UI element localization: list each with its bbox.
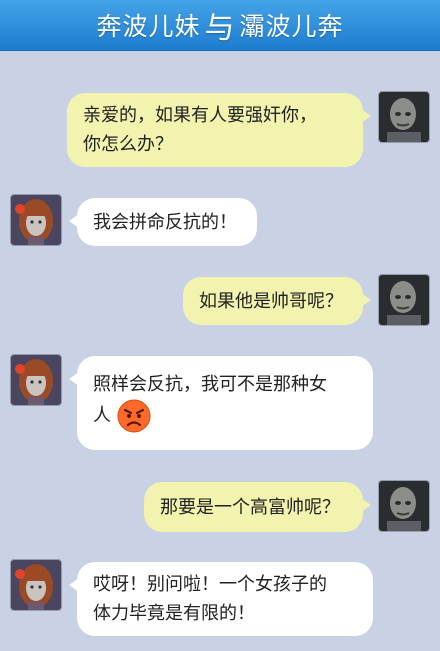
avatar-male[interactable]: [379, 275, 429, 325]
message-text: 亲爱的，如果有人要强奸你， 你怎么办？: [83, 105, 317, 155]
message-bubble-incoming[interactable]: 哎呀！别问啦！一个女孩子的 体力毕竟是有限的！: [69, 562, 373, 636]
girl-avatar-icon: [11, 355, 61, 405]
message-bubble-outgoing[interactable]: 那要是一个高富帅呢？: [144, 482, 371, 532]
message-bubble-outgoing[interactable]: 亲爱的，如果有人要强奸你， 你怎么办？: [67, 93, 371, 167]
title-left-name: 奔波儿妹: [96, 12, 201, 41]
message-text: 照样会反抗，我可不是那种女 人: [93, 370, 327, 433]
angry-face-icon: [117, 399, 151, 433]
avatar-male[interactable]: [379, 92, 429, 142]
bald-man-avatar-icon: [379, 92, 429, 142]
chat-title: 奔波儿妹 与 灞波儿奔: [96, 3, 343, 47]
avatar-female[interactable]: [11, 195, 61, 245]
bald-man-avatar-icon: [379, 275, 429, 325]
title-right-name: 灞波儿奔: [239, 12, 344, 41]
avatar-female[interactable]: [11, 355, 61, 405]
message-text: 我会拼命反抗的！: [93, 211, 237, 233]
message-bubble-outgoing[interactable]: 如果他是帅哥呢？: [183, 277, 371, 325]
message-text: 如果他是帅哥呢？: [199, 290, 343, 312]
message-text: 那要是一个高富帅呢？: [160, 496, 340, 518]
bald-man-avatar-icon: [379, 481, 429, 531]
girl-avatar-icon: [11, 560, 61, 610]
message-text: 哎呀！别问啦！一个女孩子的 体力毕竟是有限的！: [93, 574, 327, 624]
girl-avatar-icon: [11, 195, 61, 245]
avatar-female[interactable]: [11, 560, 61, 610]
avatar-male[interactable]: [379, 481, 429, 531]
message-bubble-incoming[interactable]: 照样会反抗，我可不是那种女 人: [69, 356, 373, 450]
title-bar: 奔波儿妹 与 灞波儿奔: [0, 0, 440, 51]
message-bubble-incoming[interactable]: 我会拼命反抗的！: [69, 198, 257, 246]
title-separator: 与: [204, 11, 236, 46]
